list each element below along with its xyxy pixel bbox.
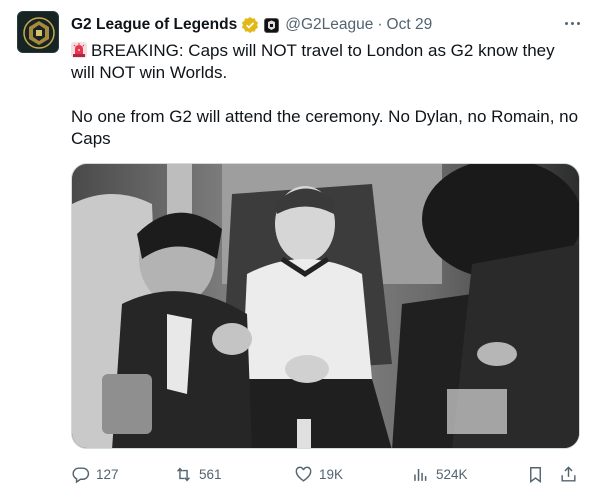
share-button[interactable] [559, 462, 578, 486]
heart-icon [295, 466, 312, 482]
share-icon [561, 465, 576, 482]
author-avatar[interactable] [17, 11, 59, 53]
more-options-button[interactable] [560, 13, 584, 33]
tweet-date[interactable]: Oct 29 [387, 16, 433, 34]
separator-dot: · [377, 16, 383, 33]
verified-badge-icon[interactable] [241, 16, 259, 34]
tweet: G2 League of Legends @G2League · Oct 29 … [0, 0, 598, 498]
repost-button[interactable]: 561 [174, 462, 222, 486]
siren-icon [71, 42, 87, 58]
author-name[interactable]: G2 League of Legends [71, 16, 237, 34]
views-count: 524K [436, 466, 468, 482]
tweet-text-line1: BREAKING: Caps will NOT travel to London… [71, 41, 560, 82]
tweet-header: G2 League of Legends @G2League · Oct 29 [71, 14, 584, 36]
bookmark-button[interactable] [526, 462, 545, 486]
photo-players-image [72, 164, 579, 448]
tweet-text: BREAKING: Caps will NOT travel to London… [71, 40, 581, 150]
reply-icon [72, 466, 90, 483]
tweet-text-line2: No one from G2 will attend the ceremony.… [71, 107, 583, 148]
author-handle[interactable]: @G2League [285, 16, 373, 34]
reply-count: 127 [96, 466, 119, 482]
tweet-actions: 127 561 19K 524K [71, 462, 581, 486]
repost-icon [177, 466, 190, 482]
reply-button[interactable]: 127 [71, 462, 119, 486]
affiliate-badge-icon[interactable] [264, 17, 280, 33]
tweet-photo[interactable] [71, 163, 580, 449]
like-button[interactable]: 19K [294, 462, 343, 486]
bookmark-icon [530, 466, 541, 483]
more-icon [564, 21, 568, 25]
analytics-icon [414, 468, 427, 481]
repost-count: 561 [199, 466, 222, 482]
g2-logo-icon [18, 12, 58, 52]
like-count: 19K [319, 466, 344, 482]
views-button[interactable]: 524K [411, 462, 468, 486]
